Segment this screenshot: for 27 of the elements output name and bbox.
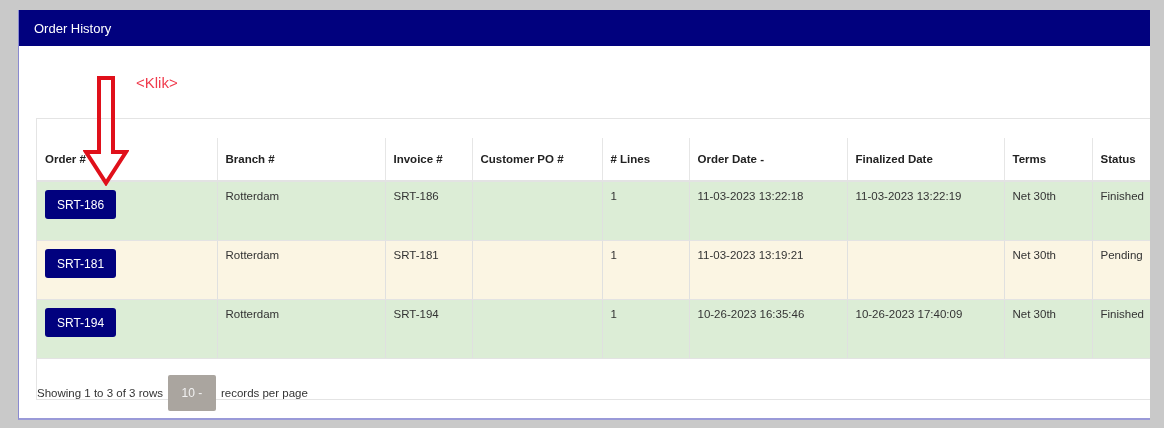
pagination-suffix: records per page: [220, 387, 308, 399]
table-cell: SRT-194: [393, 308, 439, 320]
table-cell: 1: [610, 190, 617, 202]
order-button[interactable]: SRT-186: [45, 190, 116, 219]
annotation-label: <Klik>: [136, 73, 178, 91]
table-cell: 11-03-2023 13:22:19: [855, 190, 962, 202]
table-cell: 11-03-2023 13:19:21: [697, 249, 804, 261]
table-cell: Net 30th: [1012, 190, 1056, 202]
table-cell: Net 30th: [1012, 308, 1056, 320]
table-cell: Net 30th: [1012, 249, 1056, 261]
pagination-summary: Showing 1 to 3 of 3 rows: [37, 387, 163, 399]
table-cell: Rotterdam: [225, 249, 280, 261]
table-cell: Pending: [1100, 249, 1143, 261]
table-cell: SRT-186: [393, 190, 439, 202]
order-button[interactable]: SRT-181: [45, 249, 116, 278]
table-cell: 10-26-2023 16:35:46: [697, 308, 805, 320]
table-cell: SRT-181: [393, 249, 439, 261]
table-cell: Finished: [1100, 308, 1144, 320]
table-cell: 1: [610, 249, 617, 261]
table-cell: 10-26-2023 17:40:09: [855, 308, 963, 320]
order-button[interactable]: SRT-194: [45, 308, 116, 337]
table-cell: Finished: [1100, 190, 1144, 202]
table-cell: 1: [610, 308, 617, 320]
table-cell: Rotterdam: [225, 308, 280, 320]
panel-title: Order History: [34, 20, 112, 36]
table-cell: Rotterdam: [225, 190, 280, 202]
table-cell: 11-03-2023 13:22:18: [697, 190, 804, 202]
